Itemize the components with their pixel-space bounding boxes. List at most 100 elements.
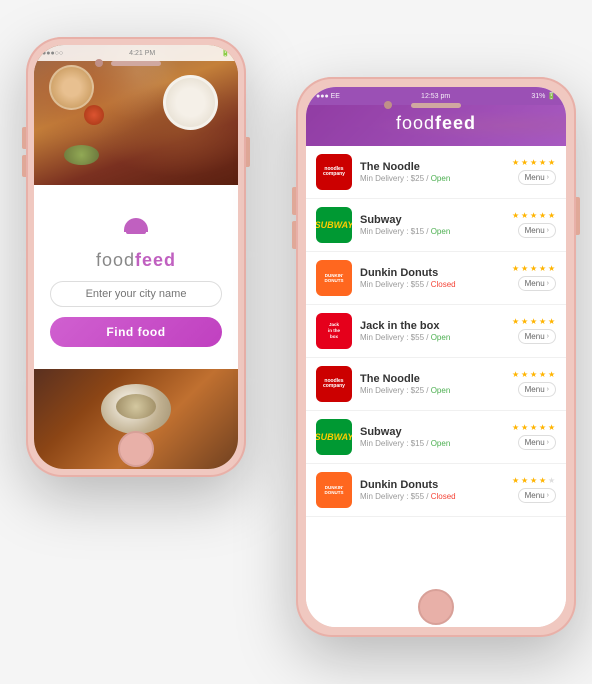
menu-button[interactable]: Menu ›: [518, 170, 556, 185]
menu-button[interactable]: Menu ›: [518, 382, 556, 397]
star-full: ★: [530, 265, 538, 273]
rest-status: Closed: [431, 492, 456, 501]
logo-noodles: noodlescompany: [316, 366, 352, 402]
restaurant-item[interactable]: DUNKIN'DONUTS Dunkin Donuts Min Delivery…: [306, 252, 566, 305]
rest-meta: Min Delivery : $55 / Open: [360, 333, 504, 342]
phone-left-screen: ●●●○○ 4:21 PM 🔋: [34, 45, 238, 469]
chevron-right-icon: ›: [547, 439, 549, 446]
star-full: ★: [539, 477, 547, 485]
camera-right: [384, 101, 392, 109]
star-half: ★: [548, 212, 556, 220]
restaurant-item[interactable]: Jackin thebox Jack in the box Min Delive…: [306, 305, 566, 358]
star-rating: ★★★★★: [512, 318, 556, 326]
rest-info: Dunkin Donuts Min Delivery : $55 / Close…: [360, 479, 504, 501]
rest-info: Subway Min Delivery : $15 / Open: [360, 426, 504, 448]
food-bowl: [101, 384, 171, 434]
star-full: ★: [521, 424, 529, 432]
rest-meta: Min Delivery : $15 / Open: [360, 227, 504, 236]
screen-left: ●●●○○ 4:21 PM 🔋: [34, 45, 238, 469]
logo-dunkin: DUNKIN'DONUTS: [316, 260, 352, 296]
star-full: ★: [530, 371, 538, 379]
star-half: ★: [548, 159, 556, 167]
star-full: ★: [512, 424, 520, 432]
star-full: ★: [530, 212, 538, 220]
speaker-left: [111, 61, 161, 66]
star-full: ★: [530, 424, 538, 432]
menu-button[interactable]: Menu ›: [518, 223, 556, 238]
menu-label: Menu: [525, 173, 545, 182]
food-tomato: [84, 105, 104, 125]
logo-dunkin: DUNKIN'DONUTS: [316, 472, 352, 508]
rest-info: Dunkin Donuts Min Delivery : $55 / Close…: [360, 267, 504, 289]
star-full: ★: [521, 212, 529, 220]
app-title-left: foodfeed: [96, 250, 176, 271]
menu-label: Menu: [525, 438, 545, 447]
phone-top-right: [306, 87, 566, 123]
menu-button[interactable]: Menu ›: [518, 276, 556, 291]
chevron-right-icon: ›: [547, 280, 549, 287]
rest-right: ★★★★★ Menu ›: [512, 212, 556, 238]
speaker-right: [411, 103, 461, 108]
star-full: ★: [539, 159, 547, 167]
home-button-left[interactable]: [118, 431, 154, 467]
star-empty: ★: [548, 477, 556, 485]
mid-section: foodfeed Find food: [34, 185, 238, 369]
chevron-right-icon: ›: [547, 492, 549, 499]
star-full: ★: [521, 159, 529, 167]
star-full: ★: [539, 265, 547, 273]
app-name-feed: feed: [135, 250, 176, 270]
star-full: ★: [539, 371, 547, 379]
rest-name: Dunkin Donuts: [360, 479, 504, 491]
star-half: ★: [548, 265, 556, 273]
logo-noodles: noodlescompany: [316, 154, 352, 190]
restaurant-item[interactable]: noodlescompany The Noodle Min Delivery :…: [306, 146, 566, 199]
star-half: ★: [548, 424, 556, 432]
star-full: ★: [521, 318, 529, 326]
rest-info: The Noodle Min Delivery : $25 / Open: [360, 161, 504, 183]
rest-right: ★★★★★ Menu ›: [512, 371, 556, 397]
rest-name: Subway: [360, 214, 504, 226]
restaurant-item[interactable]: DUNKIN'DONUTS Dunkin Donuts Min Delivery…: [306, 464, 566, 517]
rest-status: Open: [431, 174, 451, 183]
logo-subway: SUBWAY: [316, 419, 352, 455]
menu-label: Menu: [525, 226, 545, 235]
menu-label: Menu: [525, 279, 545, 288]
city-input[interactable]: [50, 281, 222, 307]
star-rating: ★★★★★: [512, 424, 556, 432]
rest-name: Subway: [360, 426, 504, 438]
rest-meta: Min Delivery : $55 / Closed: [360, 280, 504, 289]
camera-left: [95, 59, 103, 67]
star-full: ★: [512, 371, 520, 379]
chevron-right-icon: ›: [547, 174, 549, 181]
star-half: ★: [548, 318, 556, 326]
find-food-button[interactable]: Find food: [50, 317, 222, 347]
star-full: ★: [530, 318, 538, 326]
restaurant-list[interactable]: noodlescompany The Noodle Min Delivery :…: [306, 146, 566, 627]
volume-up-button: [22, 127, 26, 149]
menu-label: Menu: [525, 491, 545, 500]
rest-name: The Noodle: [360, 373, 504, 385]
menu-button[interactable]: Menu ›: [518, 329, 556, 344]
home-button-right[interactable]: [418, 589, 454, 625]
rest-info: Jack in the box Min Delivery : $55 / Ope…: [360, 320, 504, 342]
star-full: ★: [512, 212, 520, 220]
rest-name: Dunkin Donuts: [360, 267, 504, 279]
star-rating: ★★★★★: [512, 477, 556, 485]
rest-right: ★★★★★ Menu ›: [512, 265, 556, 291]
menu-button[interactable]: Menu ›: [518, 488, 556, 503]
menu-button[interactable]: Menu ›: [518, 435, 556, 450]
star-full: ★: [512, 159, 520, 167]
star-rating: ★★★★★: [512, 159, 556, 167]
chevron-right-icon: ›: [547, 333, 549, 340]
restaurant-item[interactable]: SUBWAY Subway Min Delivery : $15 / Open …: [306, 411, 566, 464]
rest-right: ★★★★★ Menu ›: [512, 477, 556, 503]
screen-right: ●●● EE 12:53 pm 31% 🔋 foodfeed noodlesco…: [306, 87, 566, 627]
logo-subway: SUBWAY: [316, 207, 352, 243]
star-full: ★: [530, 477, 538, 485]
chevron-right-icon: ›: [547, 227, 549, 234]
restaurant-item[interactable]: noodlescompany The Noodle Min Delivery :…: [306, 358, 566, 411]
app-icon: [120, 208, 152, 240]
restaurant-item[interactable]: SUBWAY Subway Min Delivery : $15 / Open …: [306, 199, 566, 252]
rest-name: Jack in the box: [360, 320, 504, 332]
rest-right: ★★★★★ Menu ›: [512, 424, 556, 450]
